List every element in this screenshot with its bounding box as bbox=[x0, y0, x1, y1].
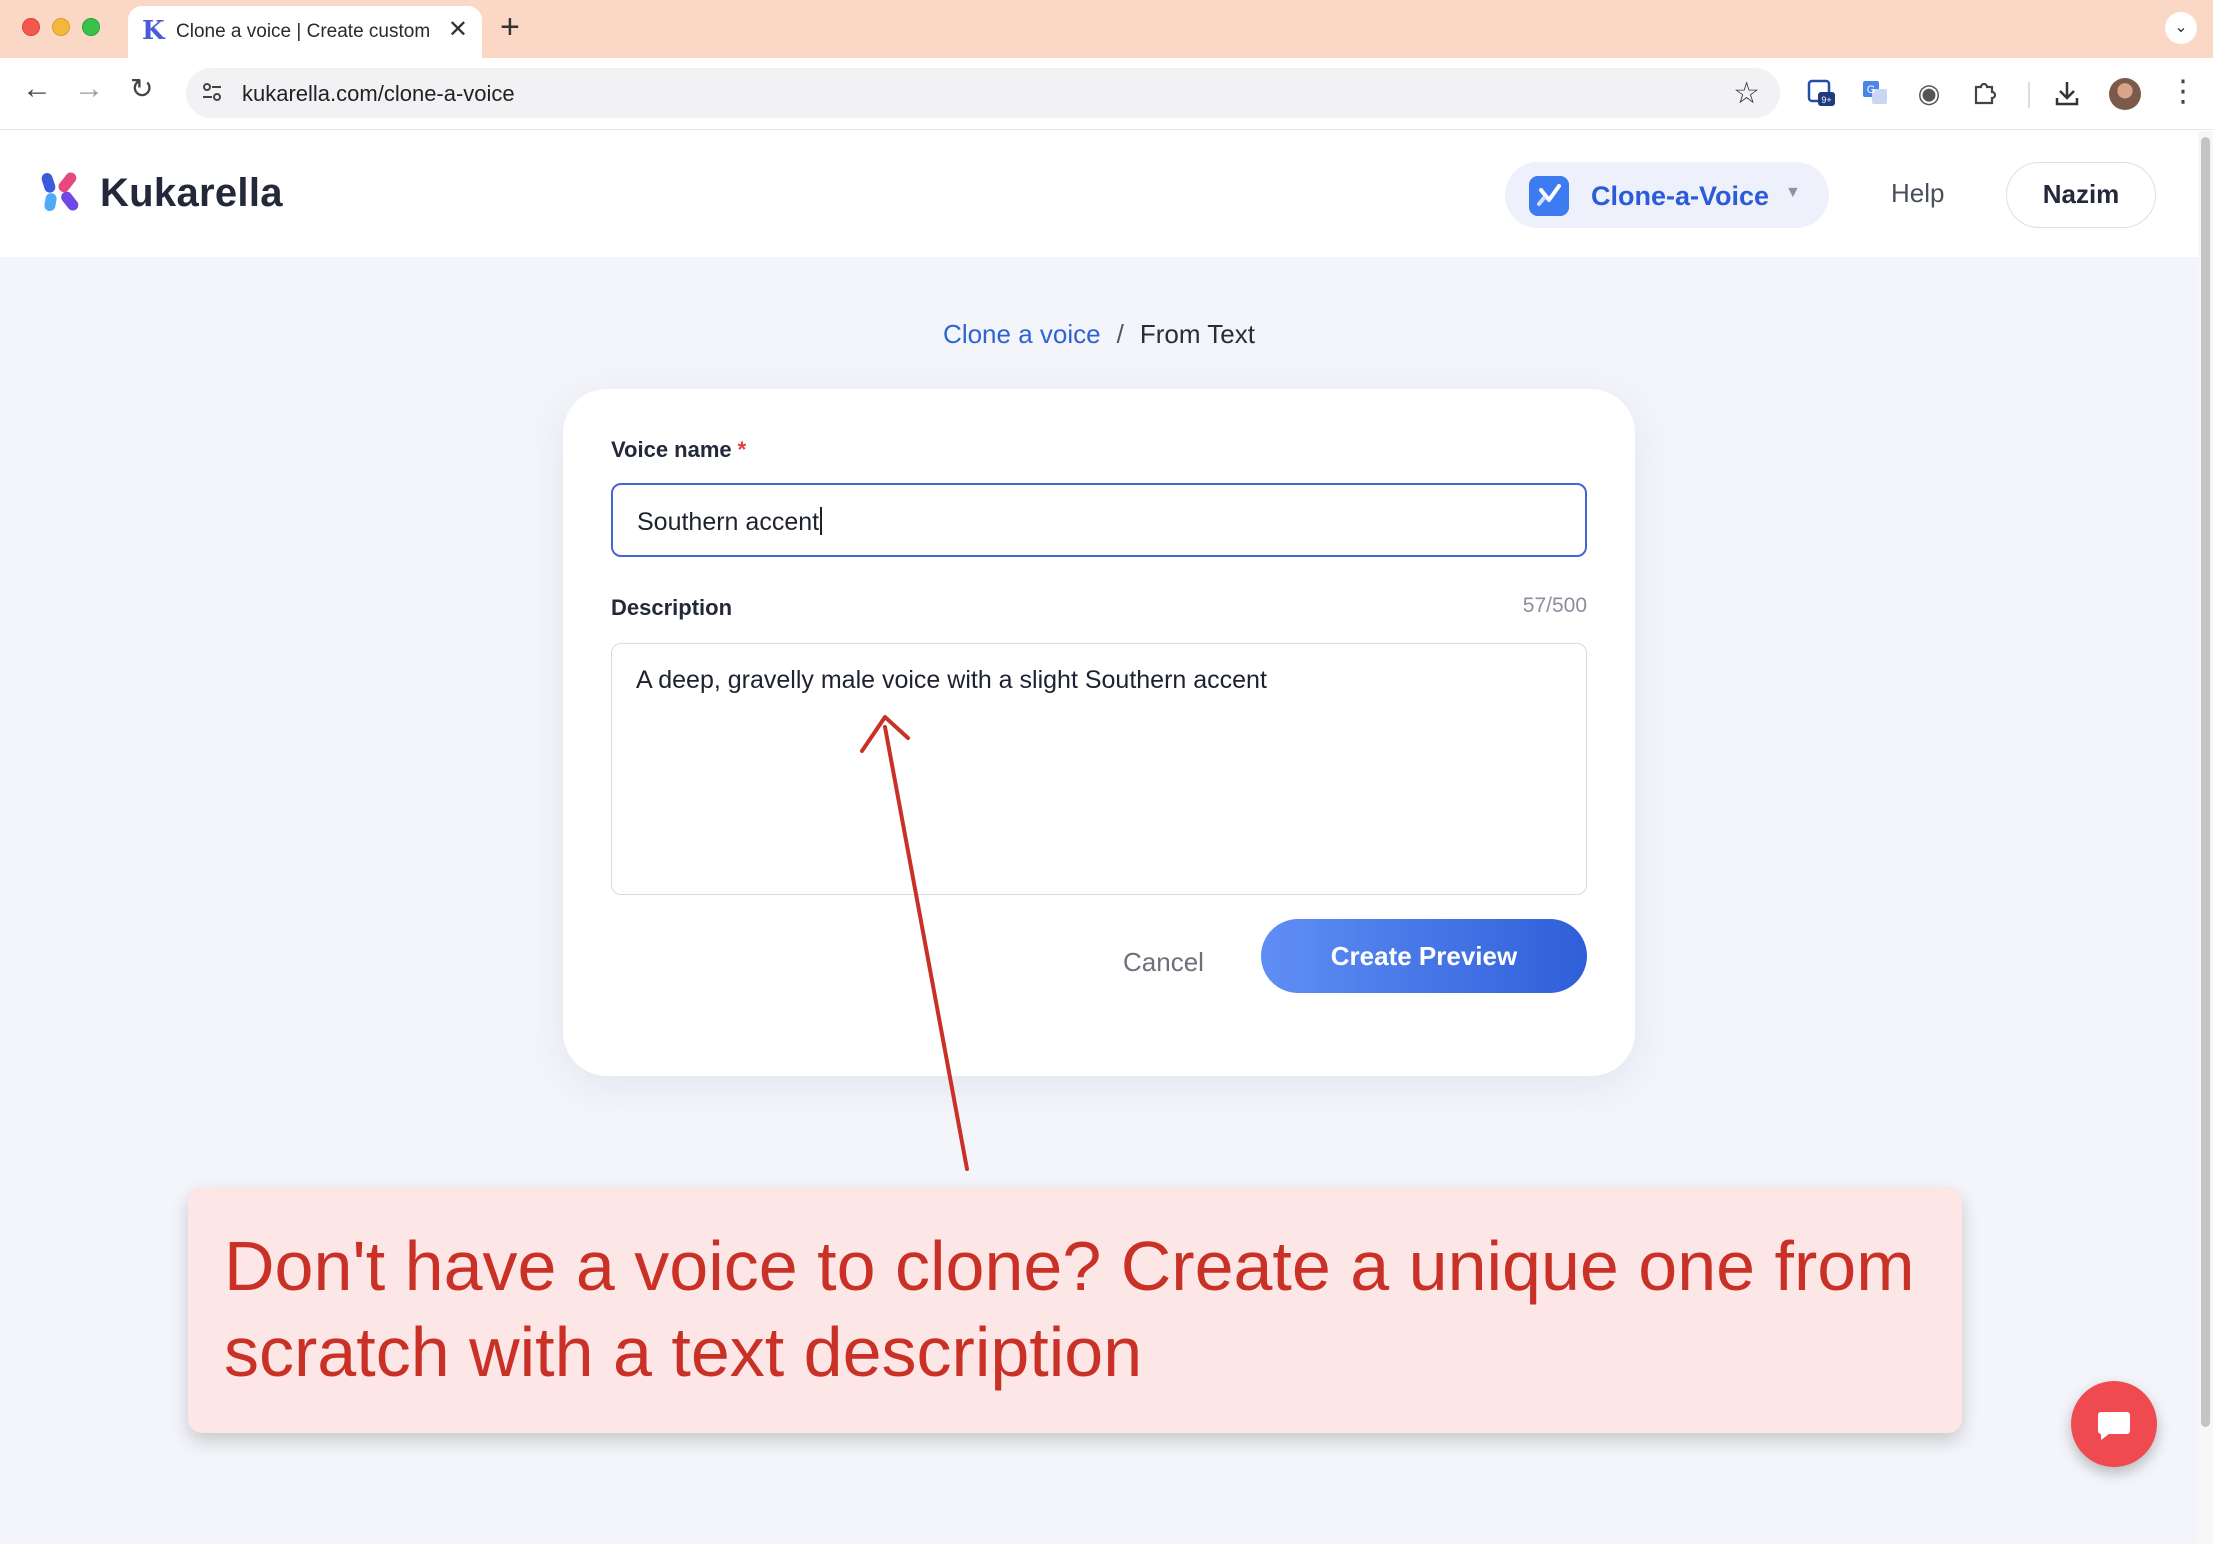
url-text: kukarella.com/clone-a-voice bbox=[242, 81, 515, 106]
annotation-text: Don't have a voice to clone? Create a un… bbox=[224, 1227, 1915, 1391]
profile-avatar[interactable] bbox=[2109, 78, 2141, 110]
breadcrumb-clone-a-voice-link[interactable]: Clone a voice bbox=[943, 319, 1101, 349]
extension-badge-icon[interactable]: 9+ bbox=[1806, 78, 1836, 108]
close-tab-icon[interactable]: ✕ bbox=[448, 15, 468, 44]
browser-tab[interactable]: K Clone a voice | Create custom ✕ bbox=[128, 6, 482, 58]
close-window-button[interactable] bbox=[22, 18, 40, 36]
toolbar-divider bbox=[2028, 82, 2030, 108]
download-icon[interactable] bbox=[2052, 78, 2082, 108]
cancel-button[interactable]: Cancel bbox=[1123, 947, 1204, 978]
reload-icon[interactable]: ↻ bbox=[130, 72, 153, 105]
back-arrow-icon[interactable]: ← bbox=[22, 72, 52, 106]
kukarella-favicon-icon: K bbox=[142, 16, 165, 46]
scrollbar-thumb[interactable] bbox=[2201, 137, 2210, 1427]
product-switcher-button[interactable]: Clone-a-Voice ▼ bbox=[1505, 162, 1829, 228]
kukarella-logo-icon[interactable] bbox=[40, 169, 86, 215]
site-header: Kukarella Clone-a-Voice ▼ Help Nazim bbox=[0, 131, 2198, 257]
chevron-down-icon: ▼ bbox=[1785, 184, 1801, 201]
page-scrollbar[interactable] bbox=[2198, 131, 2213, 1544]
description-char-counter: 57/500 bbox=[1522, 594, 1587, 617]
text-cursor bbox=[820, 507, 823, 535]
voice-name-label: Voice name * bbox=[611, 437, 747, 462]
browser-tab-bar: K Clone a voice | Create custom ✕ + ⌄ bbox=[0, 0, 2213, 58]
site-settings-icon[interactable] bbox=[200, 80, 224, 104]
browser-menu-kebab-icon[interactable]: ⋮ bbox=[2168, 74, 2198, 109]
svg-text:G: G bbox=[1867, 84, 1876, 96]
address-bar[interactable]: kukarella.com/clone-a-voice ☆ bbox=[186, 68, 1780, 118]
chat-bubble-icon bbox=[2098, 1412, 2130, 1440]
voice-name-input[interactable]: Southern accent bbox=[611, 483, 1587, 557]
chat-support-button[interactable] bbox=[2071, 1381, 2157, 1467]
tab-search-chevron-icon[interactable]: ⌄ bbox=[2165, 12, 2197, 44]
voice-form-card: Voice name * Southern accent Description … bbox=[563, 389, 1635, 1076]
voice-name-value: Southern accent bbox=[637, 507, 823, 537]
help-link[interactable]: Help bbox=[1891, 178, 1944, 209]
page: Kukarella Clone-a-Voice ▼ Help Nazim Clo… bbox=[0, 131, 2198, 1544]
maximize-window-button[interactable] bbox=[82, 18, 100, 36]
breadcrumb-current: From Text bbox=[1139, 319, 1255, 349]
clone-voice-app-icon bbox=[1529, 176, 1569, 216]
forward-arrow-icon[interactable]: → bbox=[74, 72, 104, 106]
description-textarea[interactable]: A deep, gravelly male voice with a sligh… bbox=[611, 643, 1587, 895]
new-tab-button[interactable]: + bbox=[500, 8, 520, 47]
minimize-window-button[interactable] bbox=[52, 18, 70, 36]
bookmark-star-icon[interactable]: ☆ bbox=[1733, 76, 1760, 111]
breadcrumb-separator: / bbox=[1116, 319, 1124, 349]
create-preview-button[interactable]: Create Preview bbox=[1261, 919, 1587, 993]
description-label: Description bbox=[611, 595, 733, 620]
browser-toolbar: ← → ↻ kukarella.com/clone-a-voice ☆ 9+ G… bbox=[0, 58, 2213, 130]
required-marker: * bbox=[737, 437, 747, 462]
extensions-puzzle-icon[interactable] bbox=[1970, 78, 2000, 108]
annotation-callout: Don't have a voice to clone? Create a un… bbox=[188, 1187, 1962, 1433]
product-switcher-label: Clone-a-Voice bbox=[1591, 181, 1770, 211]
svg-text:9+: 9+ bbox=[1821, 95, 1831, 105]
description-value: A deep, gravelly male voice with a sligh… bbox=[636, 666, 1267, 694]
translate-icon[interactable]: G bbox=[1860, 78, 1890, 108]
breadcrumb: Clone a voice / From Text bbox=[0, 319, 2198, 350]
tab-title: Clone a voice | Create custom bbox=[176, 21, 431, 42]
camera-icon[interactable]: ◉ bbox=[1914, 78, 1944, 108]
user-menu-button[interactable]: Nazim bbox=[2006, 162, 2156, 228]
logo-wordmark[interactable]: Kukarella bbox=[100, 171, 283, 216]
